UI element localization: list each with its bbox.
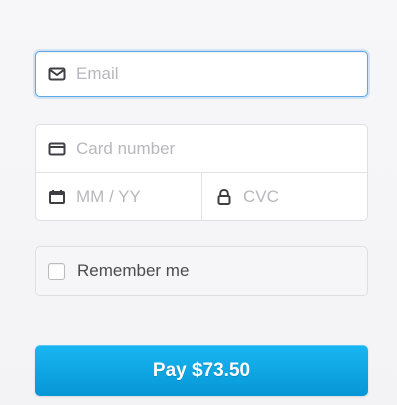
email-field[interactable]: Email: [35, 51, 368, 97]
card-number-placeholder: Card number: [76, 138, 176, 158]
credit-card-icon: [48, 140, 66, 158]
cvc-field[interactable]: CVC: [202, 173, 367, 220]
expiry-field[interactable]: MM / YY: [36, 173, 202, 220]
remember-me-option[interactable]: Remember me: [35, 246, 368, 296]
cvc-placeholder: CVC: [243, 187, 279, 206]
checkout-panel: Email Card number MM / YY CVC Remember m…: [0, 0, 397, 405]
lock-icon: [215, 188, 233, 206]
calendar-icon: [48, 188, 66, 206]
email-placeholder: Email: [76, 64, 119, 83]
card-details-group: Card number MM / YY CVC: [35, 124, 368, 221]
expiry-placeholder: MM / YY: [76, 187, 141, 206]
mail-icon: [48, 65, 66, 83]
remember-me-checkbox[interactable]: [48, 262, 65, 280]
remember-me-label: Remember me: [77, 261, 190, 280]
pay-button[interactable]: Pay $73.50: [35, 345, 368, 396]
card-number-field[interactable]: Card number: [36, 125, 367, 173]
